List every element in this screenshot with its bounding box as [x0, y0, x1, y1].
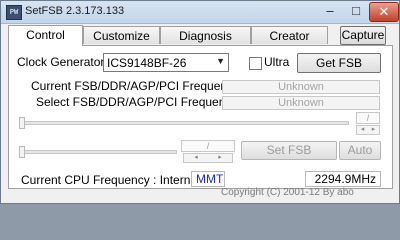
spin-left-icon[interactable]: ◂	[184, 154, 208, 162]
slider-1-spinner[interactable]: ◂ ▸	[356, 125, 380, 135]
clock-generator-value: ICS9148BF-26	[107, 56, 187, 70]
spin-left-icon[interactable]: ◂	[357, 126, 368, 134]
slider-2-value-field: /	[181, 140, 235, 152]
spin-right-icon[interactable]: ▸	[208, 154, 232, 162]
ultra-checkbox[interactable]	[249, 57, 262, 70]
maximize-button[interactable]: □	[343, 2, 369, 20]
current-freq-field: Unknown	[222, 80, 380, 94]
slider-1-value-field: /	[356, 112, 380, 124]
window-title: SetFSB 2.3.173.133	[25, 5, 125, 17]
auto-button[interactable]: Auto	[339, 141, 381, 160]
app-icon: PW	[6, 5, 22, 20]
select-freq-label: Select FSB/DDR/AGP/PCI Frequency	[36, 95, 238, 109]
cpu-frequency-label: Current CPU Frequency : Internal	[21, 173, 200, 187]
setfsb-window: PW SetFSB 2.3.173.133 – □ ✕ Control Cust…	[0, 0, 400, 204]
close-button[interactable]: ✕	[369, 2, 399, 22]
slider-2-spinner[interactable]: ◂ ▸	[183, 153, 233, 163]
copyright-text: Copyright (C) 2001-12 By abo	[221, 187, 354, 198]
tab-diagnosis[interactable]: Diagnosis	[160, 26, 251, 44]
fsb-slider-thumb[interactable]	[19, 117, 25, 129]
mode-field: MMT	[191, 171, 225, 187]
title-bar[interactable]: PW SetFSB 2.3.173.133 – □ ✕	[1, 1, 399, 24]
spin-right-icon[interactable]: ▸	[368, 126, 379, 134]
current-freq-label: Current FSB/DDR/AGP/PCI Frequency	[31, 79, 240, 93]
tab-customize[interactable]: Customize	[83, 26, 160, 44]
chevron-down-icon: ▼	[216, 56, 225, 66]
clock-generator-select[interactable]: ICS9148BF-26 ▼	[103, 53, 229, 72]
pll-slider-thumb[interactable]	[19, 146, 25, 158]
fsb-slider-track[interactable]	[19, 121, 349, 125]
cpu-frequency-value: 2294.9MHz	[305, 171, 381, 187]
set-fsb-button[interactable]: Set FSB	[241, 141, 337, 160]
pll-slider-track[interactable]	[19, 150, 177, 154]
ultra-label: Ultra	[264, 55, 290, 69]
capture-button[interactable]: Capture	[340, 26, 386, 45]
clock-generator-label: Clock Generator	[17, 55, 105, 69]
tab-creator[interactable]: Creator	[251, 26, 328, 44]
tab-control[interactable]: Control	[8, 25, 83, 46]
select-freq-field: Unknown	[222, 96, 380, 110]
minimize-button[interactable]: –	[317, 2, 343, 20]
get-fsb-button[interactable]: Get FSB	[297, 53, 381, 73]
